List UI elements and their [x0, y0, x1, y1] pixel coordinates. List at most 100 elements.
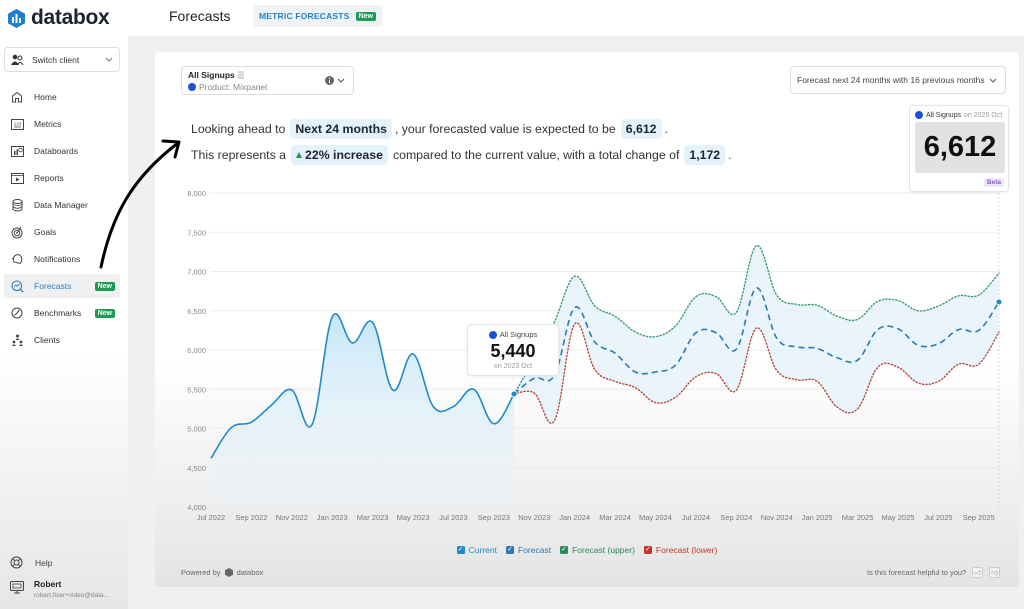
sidebar-item-label: Goals: [34, 227, 57, 237]
client-switch-icon: [11, 54, 24, 65]
tooltip-metric: All Signups: [499, 330, 538, 339]
legend-item-forecast-upper[interactable]: ✓ Forecast (upper): [560, 545, 635, 555]
tab-label: METRIC FORECASTS: [259, 11, 350, 21]
chevron-down-icon: [105, 57, 113, 62]
tooltip-header: All Signups on 2025 Oct: [915, 111, 1002, 119]
databox-small-logo-icon: [224, 568, 233, 577]
total-change-chip: 1,172: [684, 145, 726, 165]
info-icon[interactable]: [325, 76, 334, 85]
databox-logo-icon: [8, 8, 25, 28]
svg-text:123: 123: [13, 121, 21, 126]
sidebar-item-label: Clients: [34, 335, 60, 345]
chevron-down-icon[interactable]: [337, 78, 345, 83]
new-badge: New: [94, 308, 115, 318]
databoards-icon: [10, 144, 24, 158]
powered-by-label: Powered by: [181, 568, 221, 577]
metric-actions: [325, 76, 345, 85]
new-badge: New: [355, 11, 376, 21]
switch-client-dropdown[interactable]: Switch client: [4, 47, 120, 72]
new-badge: New: [94, 281, 115, 291]
summary-text: Looking ahead to: [191, 122, 286, 136]
forecast-summary-line-1: Looking ahead to Next 24 months , your f…: [191, 119, 668, 139]
trend-up-icon: [296, 152, 303, 158]
tooltip-value: 6,612: [915, 122, 1005, 173]
help-lifebuoy-icon: [10, 556, 23, 569]
checkbox-checked-icon[interactable]: ✓: [560, 546, 569, 554]
sidebar-item-label: Home: [34, 92, 57, 102]
forecast-end-tooltip: All Signups on 2025 Oct 6,612 Beta: [909, 105, 1009, 192]
help-link[interactable]: Help: [10, 556, 52, 569]
checkbox-checked-icon[interactable]: ✓: [456, 546, 465, 554]
user-profile[interactable]: Robert robert.fiser+video@data...: [10, 579, 109, 599]
sidebar-item-metrics[interactable]: 123 Metrics: [4, 112, 120, 136]
page-title: Forecasts: [169, 8, 231, 24]
powered-by: Powered by databox: [181, 568, 263, 577]
sidebar-item-label: Reports: [34, 173, 64, 183]
forecast-period-dropdown[interactable]: Forecast next 24 months with 16 previous…: [790, 66, 1006, 94]
beta-badge: Beta: [983, 178, 1004, 187]
legend-label: Forecast (lower): [655, 545, 718, 555]
user-monitor-icon: [10, 581, 24, 594]
tooltip-value: 5,440: [490, 341, 536, 361]
sidebar-item-clients[interactable]: Clients: [4, 328, 120, 352]
sidebar-item-databoards[interactable]: Databoards: [4, 139, 120, 163]
summary-text: , your forecasted value is expected to b…: [394, 122, 616, 136]
sidebar-item-forecasts[interactable]: Forecasts New: [4, 274, 120, 298]
databox-logo[interactable]: databox: [8, 6, 110, 30]
forecast-icon: [10, 279, 24, 293]
legend-item-current[interactable]: ✓ Current: [456, 545, 497, 555]
feedback-question: Is this forecast helpful to you?: [867, 568, 967, 577]
checkbox-checked-icon[interactable]: ✓: [643, 546, 652, 554]
sidebar-item-benchmarks[interactable]: Benchmarks New: [4, 301, 120, 325]
forecast-value-chip: 6,612: [620, 119, 662, 139]
forecast-period-value: Forecast next 24 months with 16 previous…: [797, 75, 985, 85]
increase-value: 22% increase: [305, 148, 383, 162]
clients-icon: [10, 333, 24, 347]
sidebar-item-label: Notifications: [34, 254, 81, 264]
hover-tooltip: All Signups 5,440 on 2023 Oct: [467, 324, 559, 376]
sidebar-item-label: Databoards: [34, 146, 78, 156]
brand-name: databox: [31, 6, 110, 29]
sidebar-item-label: Forecasts: [34, 281, 72, 291]
horizon-chip: Next 24 months: [290, 119, 392, 139]
target-icon: [10, 225, 24, 239]
home-icon: [10, 90, 24, 104]
feedback-prompt: Is this forecast helpful to you? 👍︎ 👎︎: [867, 567, 1001, 578]
tooltip-date: on 2025 Oct: [964, 111, 1003, 119]
chevron-down-icon: [989, 78, 996, 83]
metric-selector[interactable]: All Signups Product: Mixpanel: [181, 66, 354, 95]
metric-name: All Signups: [188, 70, 235, 80]
bell-icon: [10, 252, 24, 266]
help-label: Help: [35, 557, 53, 568]
legend-item-forecast[interactable]: ✓ Forecast: [506, 545, 551, 555]
tooltip-metric: All Signups: [926, 111, 962, 119]
metrics-icon: 123: [10, 117, 24, 131]
sidebar-item-notifications[interactable]: Notifications: [4, 247, 120, 271]
summary-text: .: [664, 122, 668, 136]
summary-text: compared to the current value, with a to…: [392, 148, 680, 162]
sidebar-nav: Home 123 Metrics Databoards Reports Data…: [4, 85, 120, 355]
sidebar-item-reports[interactable]: Reports: [4, 166, 120, 190]
legend-item-forecast-lower[interactable]: ✓ Forecast (lower): [643, 545, 718, 555]
chart-legend: ✓ Current ✓ Forecast ✓ Forecast (upper) …: [0, 545, 1024, 555]
reports-icon: [10, 171, 24, 185]
top-bar: databox Forecasts METRIC FORECASTS New: [0, 0, 1024, 36]
metric-source: Product: Mixpanel: [199, 82, 268, 92]
sidebar-item-label: Metrics: [34, 119, 62, 129]
summary-text: This represents a: [191, 148, 287, 162]
legend-label: Forecast (upper): [572, 545, 635, 555]
legend-label: Current: [468, 545, 497, 555]
sidebar-item-data-manager[interactable]: Data Manager: [4, 193, 120, 217]
forecast-summary-line-2: This represents a 22% increase compared …: [191, 145, 732, 165]
sidebar-item-goals[interactable]: Goals: [4, 220, 120, 244]
increase-chip: 22% increase: [291, 145, 388, 165]
checkbox-checked-icon[interactable]: ✓: [506, 546, 514, 554]
user-email: robert.fiser+video@data...: [34, 592, 110, 599]
thumbs-up-icon[interactable]: 👍︎: [972, 567, 984, 578]
tab-metric-forecasts[interactable]: METRIC FORECASTS New: [253, 5, 382, 27]
series-dot-icon: [915, 111, 923, 119]
sidebar: Switch client Home 123 Metrics Databoard…: [0, 36, 128, 609]
thumbs-down-icon[interactable]: 👎︎: [989, 567, 1001, 578]
legend-label: Forecast: [518, 545, 552, 555]
sidebar-item-home[interactable]: Home: [4, 85, 120, 109]
